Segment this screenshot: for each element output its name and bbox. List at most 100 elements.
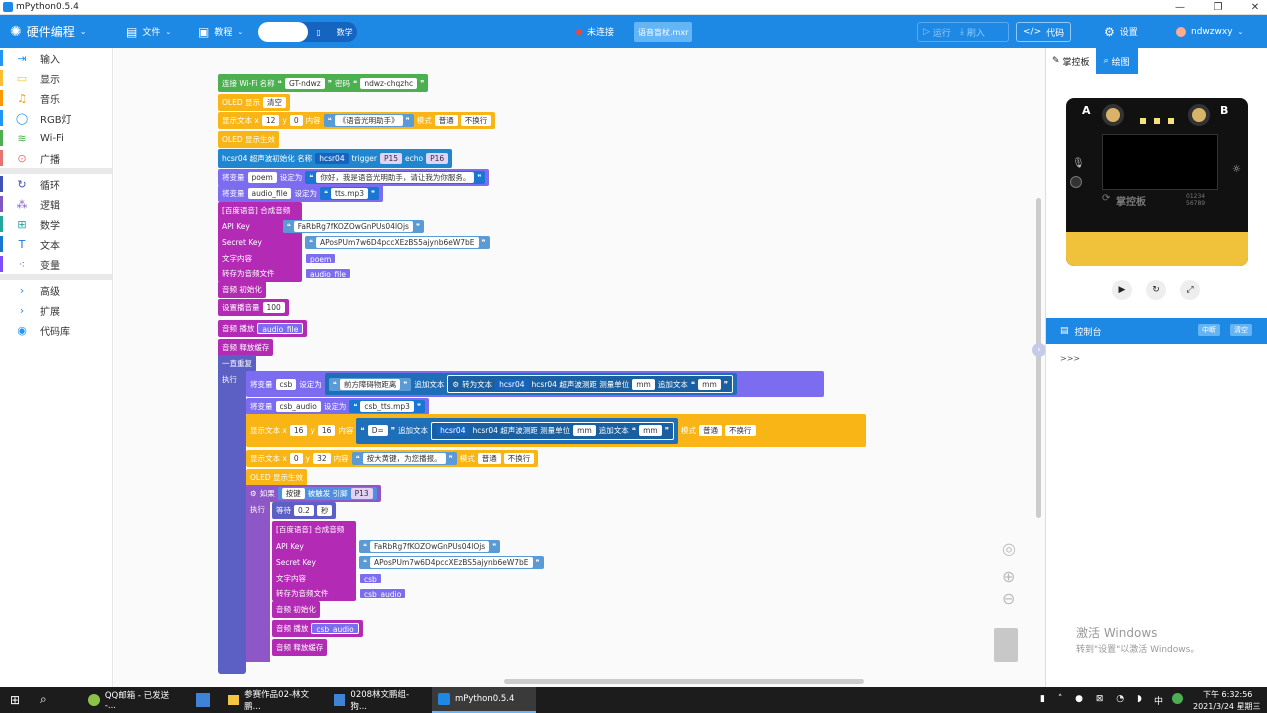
show-distance-block[interactable]: 显示文本 x 16 y 16 内容 ❝ D= ❞ 追加文本 hcsr04 hcsr0… <box>246 414 866 447</box>
wifi-connect-block[interactable]: 连接 Wi-Fi 名称 ❝ GT-ndwz ❞ 密码 ❝ ndwz-chqzhc ❞ <box>218 74 429 92</box>
show-press-block[interactable]: 显示文本 x 0 y 32 内容 ❝ 按大黄键，为您播报。 ❞ 模式 普通 不换… <box>246 450 539 467</box>
csb-var[interactable]: csb <box>359 573 382 584</box>
mm-field[interactable]: mm <box>639 425 662 436</box>
hcsr-name-field[interactable]: hcsr04 <box>495 378 529 390</box>
unit-dropdown[interactable]: mm <box>632 378 655 390</box>
task-qqmail[interactable]: QQ邮箱 - 已发送 -... <box>82 687 188 713</box>
mode-math-button[interactable]: ▯ 数学 <box>308 22 358 42</box>
y-field[interactable]: 0 <box>289 115 303 126</box>
task-vc[interactable] <box>190 687 218 713</box>
to-text-block[interactable]: ⚙ 转为文本 hcsr04 hcsr04 超声波测距 测量单位 mm 追加文本 … <box>447 375 734 393</box>
set-audio-file-block[interactable]: 将变量 audio_file 设定为 ❝ tts.mp3 ❞ <box>218 185 384 202</box>
text-literal[interactable]: ❝ APosPUm7w6D4pccXEzBS5ajynb6eW7bE ❞ <box>305 236 490 249</box>
api-key-field[interactable]: FaRbRg7fKOZOwGnPUs04lOjs <box>293 221 413 232</box>
code-button[interactable]: </> 代码 <box>1016 22 1072 42</box>
sidebar-item-3[interactable]: ◯ RGB灯 <box>0 108 112 128</box>
csb-audio-var[interactable]: csb_audio <box>311 623 359 634</box>
user-menu[interactable]: ndwzwxy ⌄ <box>1176 15 1243 48</box>
center-icon[interactable]: ◎ <box>1002 539 1016 558</box>
x-field[interactable]: 16 <box>289 425 308 436</box>
sidebar-item-6[interactable]: ↻ 循环 <box>0 174 112 194</box>
poem-var[interactable]: poem <box>305 253 337 264</box>
ssid-field[interactable]: GT-ndwz <box>284 77 325 89</box>
audio-init-block[interactable]: 音频 初始化 <box>272 601 320 618</box>
clock-time[interactable]: 下午 6:32:56 <box>1203 689 1252 700</box>
task-folder[interactable]: 参赛作品02-林文鹏... <box>222 687 326 713</box>
pin-dropdown[interactable]: P13 <box>350 488 373 499</box>
hcsr04-init-block[interactable]: hcsr04 超声波初始化 名称 hcsr04 trigger P15 echo… <box>218 149 453 168</box>
sidebar-item-0[interactable]: ⇥ 输入 <box>0 48 112 68</box>
sidebar-item-9[interactable]: T 文本 <box>0 234 112 254</box>
audio-play-block[interactable]: 音频 播放 csb_audio <box>272 620 363 637</box>
button-b-icon[interactable] <box>1188 104 1210 126</box>
sidebar-item-5[interactable]: ⊙ 广播 <box>0 148 112 168</box>
text-literal[interactable]: ❝ 按大黄键，为您播报。 ❞ <box>351 452 457 465</box>
var-dropdown[interactable]: csb_audio <box>275 401 321 412</box>
x-field[interactable]: 12 <box>261 115 280 126</box>
mode-dropdown[interactable]: 普通 <box>699 425 723 436</box>
file-menu[interactable]: ▤ 文件 ⌄ <box>126 15 171 48</box>
audio-free-block[interactable]: 音频 释放缓存 <box>218 339 274 356</box>
minimize-icon[interactable]: — <box>1168 0 1192 15</box>
wrap-dropdown[interactable]: 不换行 <box>725 425 756 436</box>
sidebar-item-4[interactable]: ≋ Wi-Fi <box>0 128 112 148</box>
volume-block[interactable]: 设置播音量 100 <box>218 299 289 316</box>
sidebar-item-12[interactable]: › 扩展 <box>0 300 112 320</box>
show-text-block[interactable]: 显示文本 x 12 y 0 内容 ❝ 《语音光明助手》 ❞ 模式 普通 不换行 <box>218 112 496 129</box>
mode-switch[interactable]: ◑ 普通 ▯ 数学 <box>258 22 357 42</box>
unit-dropdown[interactable]: 秒 <box>316 505 333 516</box>
var-dropdown[interactable]: csb <box>275 378 297 390</box>
sidebar-item-1[interactable]: ▭ 显示 <box>0 68 112 88</box>
append-text-block[interactable]: ❝ D= ❞ 追加文本 hcsr04 hcsr04 超声波测距 测量单位 mm 追加… <box>356 417 679 444</box>
run-button[interactable]: 运行 <box>933 26 951 39</box>
tts-field[interactable]: tts.mp3 <box>331 188 369 199</box>
y-field[interactable]: 32 <box>313 453 331 464</box>
password-field[interactable]: ndwz-chqzhc <box>360 77 418 89</box>
ime-indicator[interactable]: 中 <box>1154 694 1163 707</box>
collapse-panel-icon[interactable]: › <box>1032 343 1046 357</box>
sidebar-item-13[interactable]: ◉ 代码库 <box>0 320 112 340</box>
block-workspace[interactable]: 连接 Wi-Fi 名称 ❝ GT-ndwz ❞ 密码 ❝ ndwz-chqzhc ❞ O… <box>114 48 1046 687</box>
var-dropdown[interactable]: poem <box>247 172 277 183</box>
var-dropdown[interactable]: audio_file <box>247 188 292 199</box>
wait-block[interactable]: 等待 0.2 秒 <box>272 502 337 519</box>
text-literal[interactable]: ❝ tts.mp3 ❞ <box>319 187 380 200</box>
text-literal[interactable]: ❝ 《语音光明助手》 ❞ <box>323 114 414 127</box>
play-icon[interactable]: ▶ <box>1112 280 1132 300</box>
title-text-field[interactable]: 《语音光明助手》 <box>334 115 403 126</box>
set-csb-audio-block[interactable]: 将变量 csb_audio 设定为 ❝ csb_tts.mp3 ❞ <box>246 398 429 415</box>
clock-date[interactable]: 2021/3/24 星期三 <box>1193 701 1261 712</box>
append-text-block[interactable]: ❝ 前方障碍物距离 ❞ 追加文本 ⚙ 转为文本 hcsr04 hcsr04 超声… <box>324 373 738 395</box>
text-literal[interactable]: ❝ FaRbRg7fKOZOwGnPUs04lOjs ❞ <box>359 540 501 553</box>
zoom-out-icon[interactable]: ⊖ <box>1002 589 1015 608</box>
tab-draw[interactable]: ⌕ 绘图 <box>1095 48 1138 74</box>
clear-console-button[interactable]: 清空 <box>1230 324 1252 336</box>
oled-clear-block[interactable]: OLED 显示 清空 <box>218 94 290 111</box>
task-doc[interactable]: 0208林文鹏组-狗... <box>328 687 428 713</box>
key-trigger-block[interactable]: 按键 被触发 引脚 P13 <box>277 487 377 500</box>
windows-start-icon[interactable]: ⊞ <box>10 693 20 707</box>
mode-normal-button[interactable]: ◑ 普通 <box>258 22 308 42</box>
trash-icon[interactable] <box>994 628 1018 662</box>
unit-dropdown[interactable]: mm <box>573 425 596 436</box>
sidebar-item-11[interactable]: › 高级 <box>0 280 112 300</box>
search-icon[interactable]: ⌕ <box>40 692 47 707</box>
trigger-pin-dropdown[interactable]: P15 <box>379 153 403 164</box>
wait-field[interactable]: 0.2 <box>294 505 314 516</box>
audio-file-var[interactable]: audio_file <box>257 323 304 334</box>
task-mpython[interactable]: mPython0.5.4 <box>432 687 536 713</box>
zoom-in-icon[interactable]: ⊕ <box>1002 567 1015 586</box>
tab-board[interactable]: ✎ 掌控板 <box>1046 48 1096 74</box>
button-a-icon[interactable] <box>1102 104 1124 126</box>
s-icon[interactable] <box>1172 693 1183 704</box>
text-literal[interactable]: ❝ APosPUm7w6D4pccXEzBS5ajynb6eW7bE ❞ <box>359 556 544 569</box>
connection-status[interactable]: 未连接 <box>576 15 614 48</box>
text-literal[interactable]: ❝ FaRbRg7fKOZOwGnPUs04lOjs ❞ <box>282 220 424 233</box>
wrap-dropdown[interactable]: 不换行 <box>460 115 492 126</box>
sidebar-item-10[interactable]: ⁖ 变量 <box>0 254 112 274</box>
filename-badge[interactable]: 语音盲杖.mxr <box>634 22 693 42</box>
fullscreen-icon[interactable]: ⤢ <box>1180 280 1200 300</box>
poem-text-field[interactable]: 你好，我是语音光明助手，请让我为你服务。 <box>316 172 475 183</box>
oled-effect-block[interactable]: OLED 显示生效 <box>246 469 307 486</box>
audio-file-var[interactable]: audio_file <box>305 268 351 279</box>
